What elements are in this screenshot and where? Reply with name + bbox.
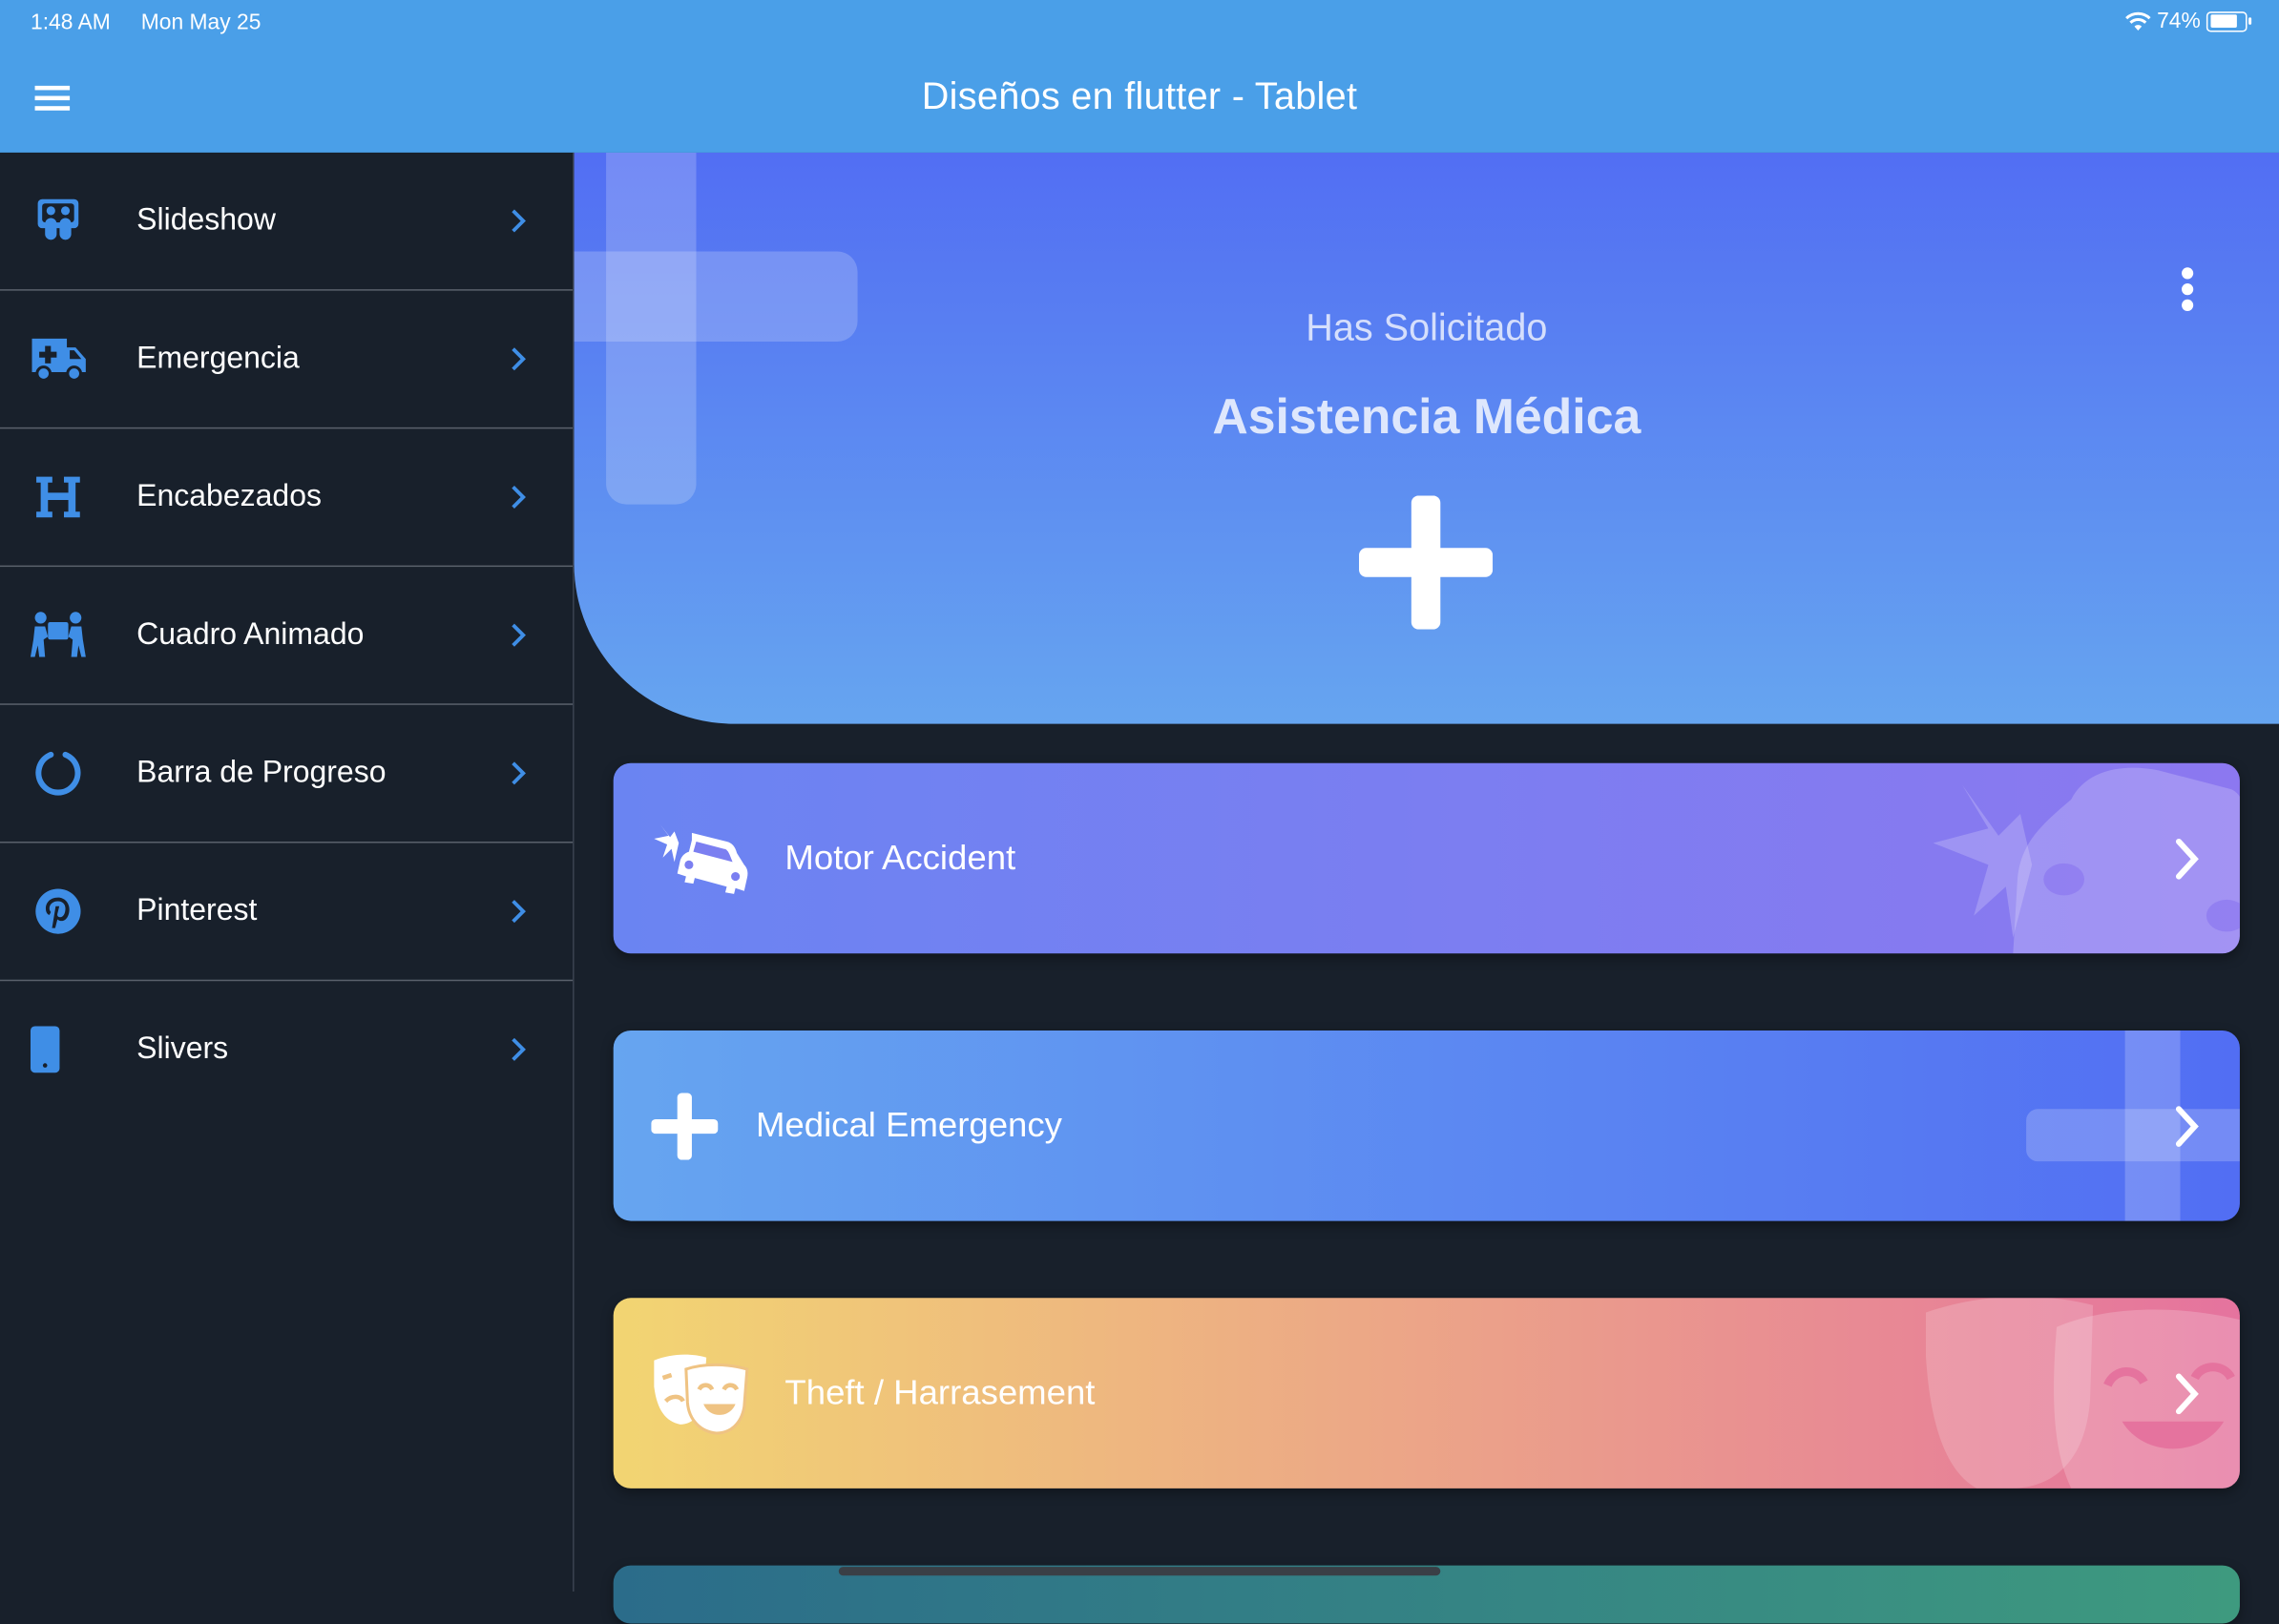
home-indicator: [838, 1567, 1441, 1576]
chevron-right-icon: [512, 347, 526, 371]
battery-percent: 74%: [2157, 9, 2201, 34]
card-label: Theft / Harrasement: [784, 1372, 1096, 1412]
sidebar-item-pinterest[interactable]: Pinterest: [0, 843, 574, 982]
sidebar-item-label: Emergencia: [136, 341, 300, 376]
card-motor-accident[interactable]: Motor Accident: [613, 762, 2240, 954]
chevron-right-icon: [512, 485, 526, 509]
plus-bg-icon: [2026, 1031, 2240, 1221]
status-time: 1:48 AM: [30, 10, 111, 35]
theater-masks-icon: [654, 1353, 749, 1434]
mobile-icon: [29, 1020, 87, 1078]
sidebar-item-label: Encabezados: [136, 479, 322, 513]
card-label: Medical Emergency: [755, 1105, 1062, 1145]
sidebar-item-emergencia[interactable]: Emergencia: [0, 291, 574, 429]
sidebar: Slideshow Emergencia Encabezados Cuadro …: [0, 152, 575, 1593]
sidebar-item-encabezados[interactable]: Encabezados: [0, 428, 574, 568]
card-medical-emergency[interactable]: Medical Emergency: [613, 1031, 2240, 1221]
circle-notch-icon: [29, 744, 87, 802]
battery-icon: [2206, 10, 2252, 31]
sidebar-item-label: Slivers: [136, 1031, 229, 1066]
chevron-right-icon: [2175, 838, 2199, 879]
ambulance-icon: [29, 330, 87, 388]
more-vert-icon[interactable]: [2182, 267, 2194, 315]
pinterest-icon: [29, 883, 87, 941]
card-label: Motor Accident: [784, 838, 1016, 878]
status-bar: 1:48 AM Mon May 25 74%: [0, 0, 2279, 47]
card-theft-harrasement[interactable]: Theft / Harrasement: [613, 1298, 2240, 1489]
header-subtitle: Has Solicitado: [1306, 304, 1548, 349]
chevron-right-icon: [512, 623, 526, 647]
sidebar-item-barra-de-progreso[interactable]: Barra de Progreso: [0, 705, 574, 843]
header-title: Asistencia Médica: [1212, 389, 1641, 446]
chevron-right-icon: [512, 900, 526, 924]
app-title: Diseños en flutter - Tablet: [921, 73, 1358, 118]
chevron-right-icon: [2175, 1372, 2199, 1414]
heading-icon: [29, 468, 87, 527]
chevron-right-icon: [512, 1037, 526, 1061]
emergency-header: Has Solicitado Asistencia Médica: [574, 152, 2279, 724]
sidebar-item-label: Pinterest: [136, 893, 258, 927]
car-crash-icon: [654, 822, 748, 894]
chevron-right-icon: [512, 761, 526, 785]
wifi-icon: [2125, 10, 2151, 31]
sidebar-item-label: Barra de Progreso: [136, 756, 387, 790]
sidebar-item-label: Slideshow: [136, 203, 276, 238]
status-date: Mon May 25: [140, 10, 261, 35]
chevron-right-icon: [512, 209, 526, 233]
people-carry-icon: [29, 606, 87, 664]
sidebar-item-slivers[interactable]: Slivers: [0, 981, 573, 1117]
slideshare-icon: [29, 192, 87, 250]
plus-icon: [651, 1092, 719, 1159]
sidebar-item-label: Cuadro Animado: [136, 617, 365, 652]
plus-icon: [1359, 495, 1494, 630]
sidebar-item-cuadro-animado[interactable]: Cuadro Animado: [0, 567, 574, 705]
chevron-right-icon: [2175, 1105, 2199, 1147]
sidebar-item-slideshow[interactable]: Slideshow: [0, 153, 574, 291]
